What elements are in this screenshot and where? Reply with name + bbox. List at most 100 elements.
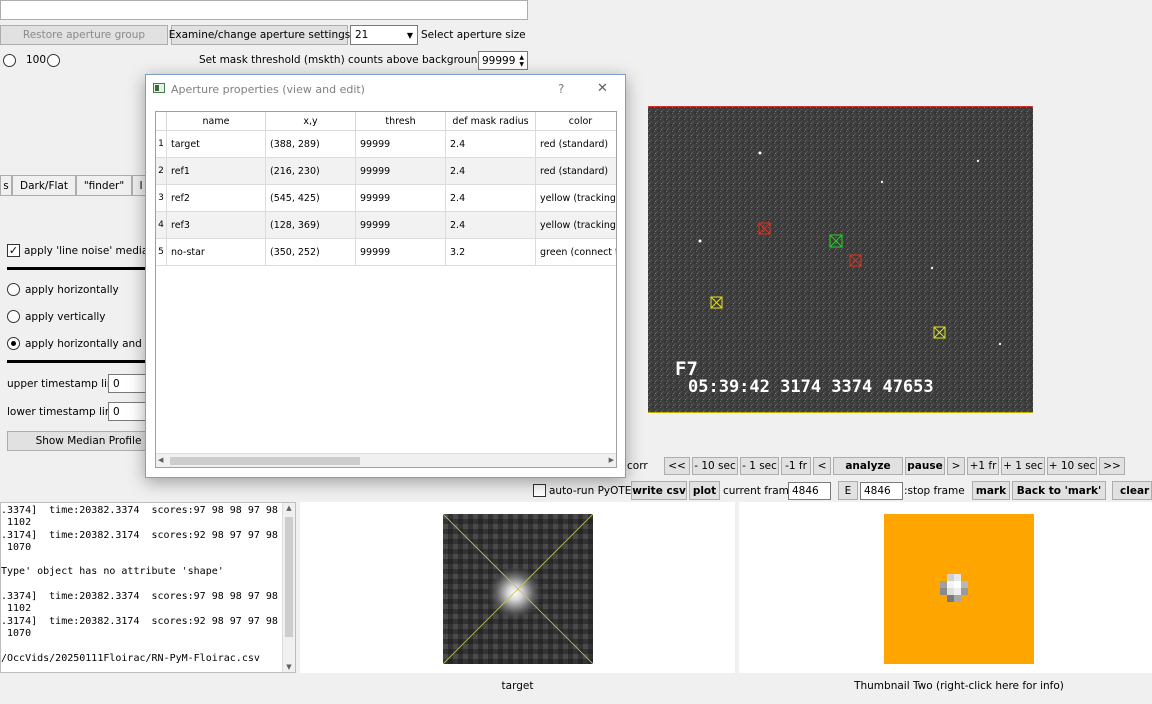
examine-aperture-settings-button[interactable]: Examine/change aperture settings <box>169 25 350 45</box>
dialog-title-bar[interactable]: Aperture properties (view and edit) ? ✕ <box>146 75 625 103</box>
mark-button[interactable]: mark <box>972 481 1010 500</box>
cell-thresh[interactable]: 99999 <box>356 158 446 185</box>
cell-radius[interactable]: 3.2 <box>446 239 536 266</box>
row-number[interactable]: 2 <box>156 158 167 185</box>
forward-1-sec-button[interactable]: + 1 sec <box>1001 457 1045 475</box>
jump-start-button[interactable]: << <box>664 457 690 475</box>
cell-name[interactable]: ref2 <box>167 185 266 212</box>
cell-color[interactable]: red (standard) <box>536 131 616 158</box>
cell-radius[interactable]: 2.4 <box>446 158 536 185</box>
apply-vertically-label: apply vertically <box>25 311 106 323</box>
video-frame-canvas: F7 05:39:42 3174 3374 47653 <box>648 107 1033 412</box>
table-horizontal-scrollbar[interactable]: ◀ ▶ <box>156 453 616 467</box>
cell-xy[interactable]: (545, 425) <box>266 185 356 212</box>
stop-frame-input[interactable]: 4846 <box>860 482 903 500</box>
thumbnail-two-label[interactable]: Thumbnail Two (right-click here for info… <box>739 680 1152 692</box>
e-button[interactable]: E <box>838 481 858 500</box>
cell-radius[interactable]: 2.4 <box>446 185 536 212</box>
pause-button[interactable]: pause <box>905 457 945 475</box>
cell-xy[interactable]: (216, 230) <box>266 158 356 185</box>
log-line: .3374] time:20382.3374 scores:97 98 98 9… <box>1 505 278 516</box>
column-header-xy[interactable]: x,y <box>266 112 356 131</box>
current-frame-input[interactable]: 4846 <box>788 482 831 500</box>
spin-arrows-icon: ▲ ▼ <box>519 53 524 68</box>
plot-button[interactable]: plot <box>689 481 720 500</box>
back-1-frame-button[interactable]: -1 fr <box>781 457 811 475</box>
cell-xy[interactable]: (350, 252) <box>266 239 356 266</box>
row-number[interactable]: 4 <box>156 212 167 239</box>
column-header-thresh[interactable]: thresh <box>356 112 446 131</box>
scroll-down-icon[interactable]: ▼ <box>283 663 295 671</box>
log-panel[interactable]: .3374] time:20382.3374 scores:97 98 98 9… <box>0 502 296 673</box>
mask-threshold-spinbox[interactable]: 99999 ▲ ▼ <box>478 51 528 70</box>
thumbnail-one-panel[interactable] <box>300 502 735 673</box>
cell-color[interactable]: yellow (tracking ... <box>536 212 616 239</box>
restore-aperture-group-button[interactable]: Restore aperture group <box>0 25 168 45</box>
cell-name[interactable]: no-star <box>167 239 266 266</box>
top-text-field[interactable] <box>0 0 528 20</box>
forward-1-frame-button[interactable]: +1 fr <box>967 457 999 475</box>
cell-color[interactable]: yellow (tracking ... <box>536 185 616 212</box>
analyze-button[interactable]: analyze <box>833 457 903 475</box>
tab-finder[interactable]: "finder" <box>76 175 132 196</box>
thumbnail-two-panel[interactable] <box>739 502 1152 673</box>
separator-line <box>7 360 147 363</box>
row-number[interactable]: 3 <box>156 185 167 212</box>
column-header-radius[interactable]: def mask radius <box>446 112 536 131</box>
log-scrollbar[interactable]: ▲ ▼ <box>282 503 295 672</box>
tab-dark-flat[interactable]: Dark/Flat <box>12 175 76 196</box>
auto-run-pyote-checkbox[interactable] <box>533 484 546 497</box>
cell-name[interactable]: ref3 <box>167 212 266 239</box>
back-to-mark-button[interactable]: Back to 'mark' <box>1012 481 1106 500</box>
tab-s[interactable]: s <box>0 175 12 196</box>
scroll-thumb[interactable] <box>170 457 360 465</box>
scroll-up-icon[interactable]: ▲ <box>283 504 295 512</box>
aperture-properties-dialog[interactable]: Aperture properties (view and edit) ? ✕ … <box>145 74 626 478</box>
scroll-left-icon[interactable]: ◀ <box>158 456 163 464</box>
row-number[interactable]: 5 <box>156 239 167 266</box>
clear-button[interactable]: clear d <box>1112 481 1152 500</box>
cell-thresh[interactable]: 99999 <box>356 212 446 239</box>
cell-radius[interactable]: 2.4 <box>446 131 536 158</box>
help-icon[interactable]: ? <box>558 82 564 96</box>
cell-radius[interactable]: 2.4 <box>446 212 536 239</box>
forward-10-sec-button[interactable]: + 10 sec <box>1047 457 1097 475</box>
close-icon[interactable]: ✕ <box>597 81 608 96</box>
aperture-table[interactable]: name x,y thresh def mask radius color 1 … <box>155 111 617 468</box>
radio-100-label: 100 <box>26 54 47 66</box>
cell-thresh[interactable]: 99999 <box>356 131 446 158</box>
step-forward-button[interactable]: > <box>947 457 965 475</box>
video-frame[interactable]: F7 05:39:42 3174 3374 47653 <box>648 106 1033 413</box>
apply-both-radio[interactable] <box>7 337 20 350</box>
cell-thresh[interactable]: 99999 <box>356 239 446 266</box>
log-line: 1070 <box>1 541 32 553</box>
cell-color[interactable]: green (connect t... <box>536 239 616 266</box>
apply-vertically-radio[interactable] <box>7 310 20 323</box>
cell-name[interactable]: target <box>167 131 266 158</box>
column-header-name[interactable]: name <box>167 112 266 131</box>
cell-xy[interactable]: (128, 369) <box>266 212 356 239</box>
log-text: .3374] time:20382.3374 scores:97 98 98 9… <box>1 505 283 665</box>
upper-timestamp-input[interactable]: 0 <box>108 374 146 393</box>
back-1-sec-button[interactable]: - 1 sec <box>740 457 779 475</box>
radio-option-left[interactable] <box>3 54 16 67</box>
back-10-sec-button[interactable]: - 10 sec <box>692 457 738 475</box>
scroll-right-icon[interactable]: ▶ <box>609 456 614 464</box>
column-header-color[interactable]: color <box>536 112 616 131</box>
apply-horizontally-radio[interactable] <box>7 283 20 296</box>
lower-timestamp-input[interactable]: 0 <box>108 402 146 421</box>
aperture-size-select[interactable]: 21 ▼ <box>350 25 418 45</box>
row-number[interactable]: 1 <box>156 131 167 158</box>
cell-xy[interactable]: (388, 289) <box>266 131 356 158</box>
cell-name[interactable]: ref1 <box>167 158 266 185</box>
write-csv-button[interactable]: write csv <box>631 481 687 500</box>
cell-color[interactable]: red (standard) <box>536 158 616 185</box>
step-back-button[interactable]: < <box>813 457 831 475</box>
scroll-thumb[interactable] <box>285 517 293 637</box>
jump-end-button[interactable]: >> <box>1099 457 1125 475</box>
radio-100[interactable] <box>47 54 60 67</box>
cell-thresh[interactable]: 99999 <box>356 185 446 212</box>
line-noise-checkbox[interactable]: ✓ <box>7 244 20 257</box>
